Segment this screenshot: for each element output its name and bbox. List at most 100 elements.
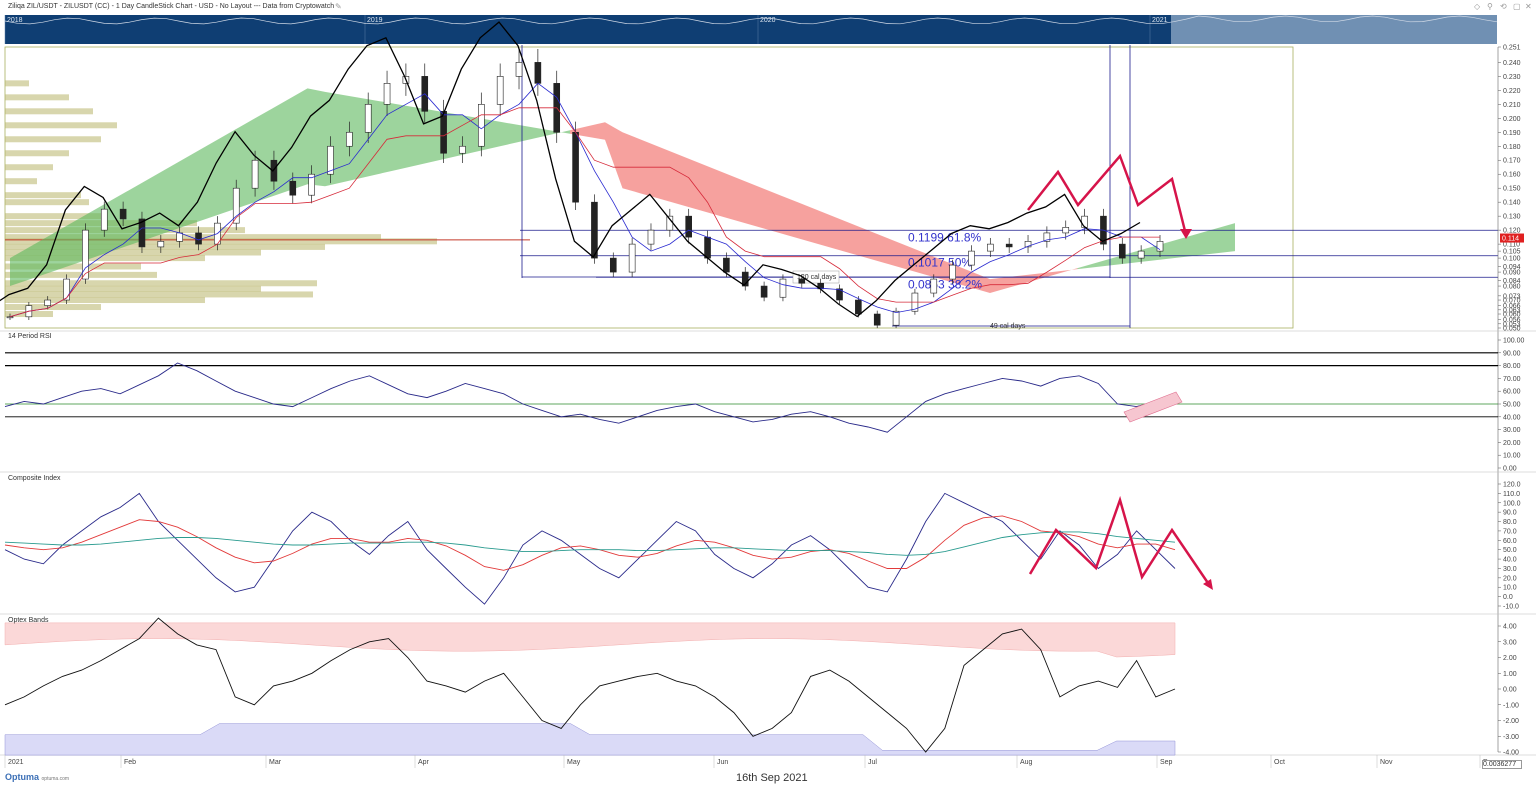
- optex-axis-label: 0.00: [1503, 687, 1517, 694]
- price-axis-label: 0.220: [1503, 88, 1521, 95]
- optex-axis-label: -4.00: [1503, 750, 1519, 757]
- candle-body: [289, 180, 297, 196]
- ichimoku-cloud-bear: [675, 153, 693, 209]
- ichimoku-cloud-bear: [867, 230, 885, 264]
- overview-bar: [5, 15, 1171, 44]
- composite-axis-label: 50.0: [1503, 547, 1517, 554]
- price-axis-label: 0.100: [1503, 256, 1521, 263]
- candle-body: [628, 243, 636, 273]
- volume-profile-bar: [5, 80, 29, 87]
- candle-body: [346, 131, 353, 147]
- ichimoku-cloud-bear: [815, 209, 833, 249]
- composite-axis-label: 80.0: [1503, 519, 1517, 526]
- candle-body: [685, 215, 692, 238]
- volume-profile-bar: [5, 150, 69, 157]
- x-axis-month-label: Aug: [1020, 759, 1033, 766]
- composite-axis-label: 20.0: [1503, 575, 1517, 582]
- ichimoku-cloud-bull: [307, 88, 325, 187]
- optex-pane-title: Optex Bands: [8, 617, 49, 624]
- volume-profile-bar: [5, 192, 81, 199]
- x-axis-month-label: Apr: [418, 759, 430, 766]
- rsi-axis-label: 90.00: [1503, 350, 1521, 357]
- price-axis-label: 0.230: [1503, 74, 1521, 81]
- candle-body: [119, 208, 127, 220]
- ichimoku-cloud-bear: [657, 146, 675, 204]
- price-axis-label: 0.110: [1503, 242, 1520, 249]
- volume-profile-bar: [5, 280, 317, 287]
- ichimoku-cloud-bear: [850, 223, 868, 259]
- candle-body: [609, 257, 617, 273]
- composite-axis-label: 90.0: [1503, 510, 1517, 517]
- ichimoku-cloud-bear: [622, 132, 640, 194]
- candle-body: [1118, 243, 1126, 259]
- ichimoku-cloud-bear: [885, 237, 903, 269]
- fib-level-label: 0.1199 61.8%: [908, 230, 982, 244]
- x-axis-month-label: Jul: [868, 759, 877, 766]
- xy-readout[interactable]: 0.0036277: [1482, 760, 1522, 769]
- candle-body: [968, 250, 975, 266]
- ichimoku-cloud-bear: [1025, 273, 1043, 284]
- logo-text: Optuma: [5, 772, 40, 782]
- price-axis-label: 0.140: [1503, 200, 1521, 207]
- candle-body: [1062, 227, 1070, 234]
- candle-body: [1005, 243, 1013, 248]
- x-axis-month-label: Jun: [717, 759, 728, 766]
- optex-upper-band: [4, 622, 1176, 658]
- overview-year-label: 2019: [367, 17, 383, 24]
- logo-url: optuma.com: [41, 776, 70, 782]
- ichimoku-cloud-bear: [762, 188, 780, 234]
- candle-body: [1081, 215, 1088, 228]
- price-axis-label: 0.105: [1503, 249, 1521, 256]
- rsi-channel-highlight: [1123, 391, 1183, 423]
- candle-body: [195, 232, 202, 245]
- candle-body: [157, 241, 165, 248]
- rsi-axis-label: 80.00: [1503, 363, 1521, 370]
- price-axis-label: 0.240: [1503, 60, 1521, 67]
- optex-axis-label: 2.00: [1503, 655, 1517, 662]
- rsi-pane-title: 14 Period RSI: [8, 333, 52, 340]
- ichimoku-cloud-bear: [832, 216, 850, 254]
- ichimoku-cloud-bull: [1200, 228, 1218, 256]
- rsi-axis-label: 60.00: [1503, 389, 1521, 396]
- chart-svg: 2018 2019 2020 20210.1199 61.8%0.1017 50%0.…: [0, 15, 1536, 768]
- composite-zigzag-projection: [1028, 495, 1212, 587]
- rsi-axis-label: 40.00: [1503, 414, 1521, 421]
- footer-date: 16th Sep 2021: [736, 772, 808, 784]
- candle-body: [572, 131, 579, 203]
- candle-body: [176, 232, 183, 242]
- price-axis-label: 0.150: [1503, 186, 1521, 193]
- ichimoku-cloud-bull: [1217, 223, 1235, 254]
- rsi-axis-label: 100.00: [1503, 338, 1525, 345]
- candle-body: [44, 299, 52, 306]
- candle-body: [515, 62, 523, 77]
- price-axis-label: 0.090: [1503, 270, 1521, 277]
- rsi-axis-label: 30.00: [1503, 427, 1521, 434]
- candle-body: [534, 62, 542, 84]
- optex-axis-label: 1.00: [1503, 671, 1517, 678]
- volume-profile-bar: [5, 136, 101, 143]
- price-axis-label: 0.050: [1503, 326, 1521, 333]
- composite-axis-label: 120.0: [1503, 482, 1521, 489]
- volume-profile-bar: [5, 297, 205, 304]
- rsi-axis-label: 20.00: [1503, 440, 1521, 447]
- price-zigzag-projection: [1027, 153, 1188, 236]
- fib-level-label: 0.1017 50%: [908, 256, 972, 270]
- overview-highlight: [1171, 15, 1497, 44]
- ichimoku-cloud-bull: [517, 124, 535, 143]
- chart-root: Ziliqa ZIL/USDT - ZILUSDT (CC) - 1 Day C…: [0, 0, 1536, 788]
- optuma-logo: Optuma optuma.com: [5, 772, 69, 782]
- x-axis-month-label: Sep: [1160, 759, 1173, 766]
- optex-lower-band: [4, 723, 1176, 756]
- optex-axis-label: -3.00: [1503, 734, 1519, 741]
- price-axis-label: 0.170: [1503, 158, 1521, 165]
- rsi-axis-label: 0.00: [1503, 466, 1517, 473]
- x-axis-month-label: Mar: [269, 759, 282, 766]
- ichimoku-cloud-bull: [412, 106, 430, 167]
- ichimoku-cloud-bear: [605, 122, 623, 189]
- candle-body: [873, 313, 881, 326]
- rsi-axis-label: 70.00: [1503, 376, 1521, 383]
- candle-body: [478, 104, 485, 147]
- ichimoku-cloud-bear: [640, 139, 658, 199]
- volume-profile-bar: [5, 178, 37, 185]
- ichimoku-cloud-bull: [1077, 263, 1095, 270]
